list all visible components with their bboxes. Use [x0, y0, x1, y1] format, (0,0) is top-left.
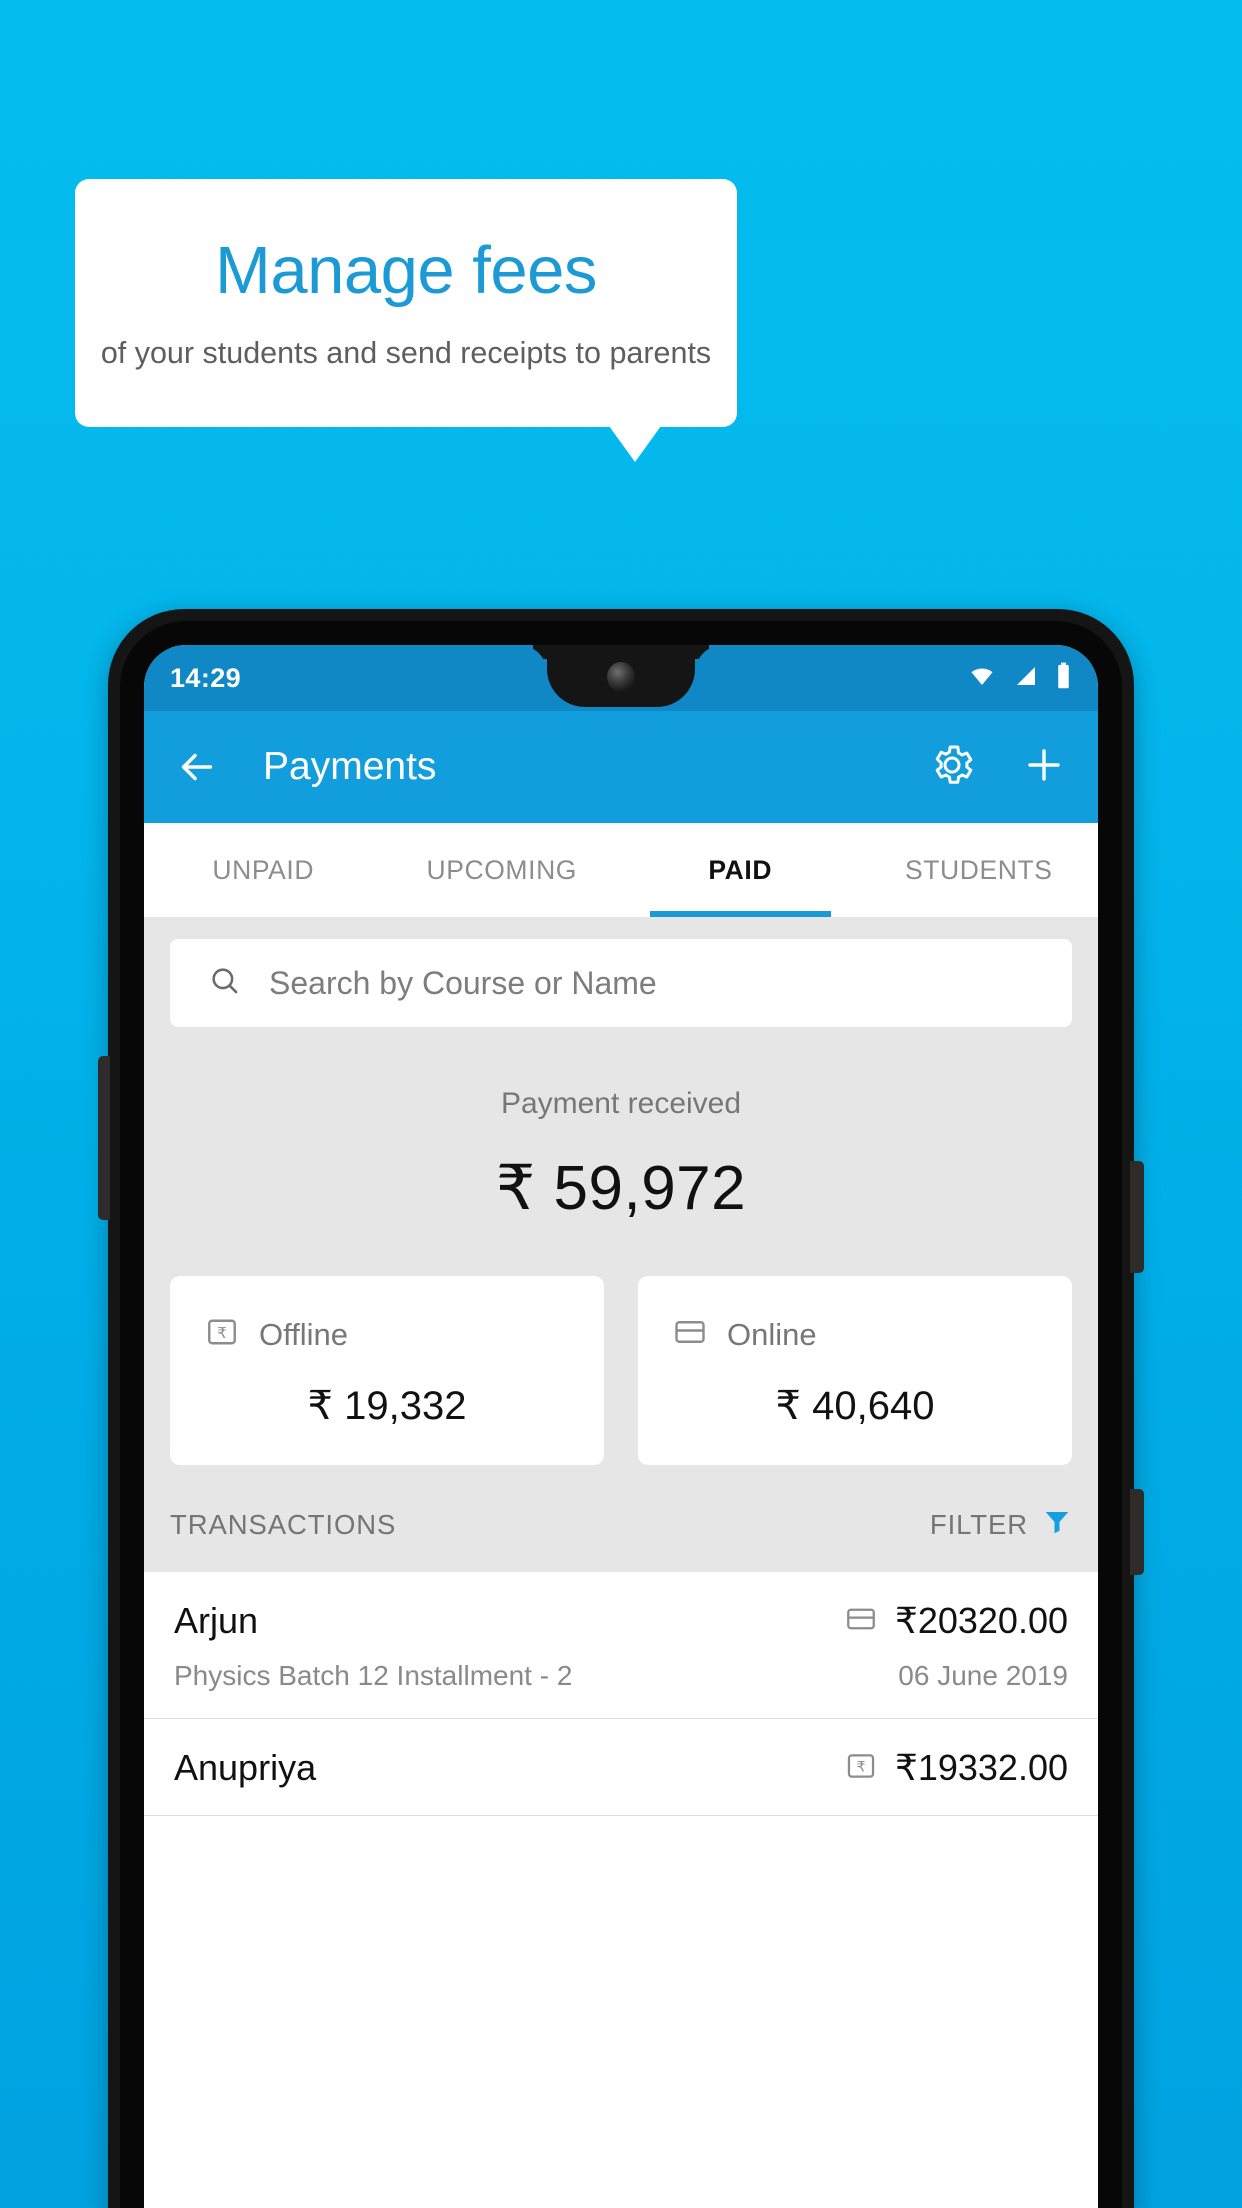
online-card-header: Online: [672, 1314, 1038, 1355]
battery-icon: [1055, 662, 1072, 695]
promo-subtitle: of your students and send receipts to pa…: [100, 336, 712, 371]
table-row[interactable]: Anupriya ₹ ₹19332.00: [144, 1719, 1098, 1816]
app-bar-actions: [928, 741, 1068, 794]
credit-card-icon: [672, 1314, 708, 1355]
offline-card-label: Offline: [259, 1316, 349, 1352]
promo-tooltip-card: Manage fees of your students and send re…: [75, 179, 737, 427]
search-icon: [208, 964, 242, 1003]
payment-received-amount: ₹ 59,972: [495, 1154, 747, 1223]
transaction-amount: ₹20320.00: [894, 1600, 1068, 1641]
transactions-list: Arjun ₹20320.00 Physics Batch 12 Install…: [144, 1572, 1098, 1816]
status-bar-time: 14:29: [170, 662, 242, 693]
transaction-amount-group: ₹ ₹19332.00: [844, 1747, 1068, 1789]
online-card-amount: ₹ 40,640: [775, 1384, 935, 1428]
page-title: Payments: [263, 745, 437, 788]
phone-power-button[interactable]: [1130, 1161, 1144, 1273]
phone-mockup: 14:29 Payments UNPAID UPCOMING PAID STUD…: [98, 609, 1144, 2208]
svg-text:₹: ₹: [856, 1759, 865, 1775]
phone-sim-tray[interactable]: [98, 1056, 110, 1220]
transaction-primary-line: Arjun ₹20320.00: [174, 1600, 1068, 1642]
transaction-date: 06 June 2019: [898, 1660, 1068, 1691]
payment-received-label: Payment received: [500, 1087, 742, 1120]
plus-icon[interactable]: [1020, 741, 1068, 794]
online-card-label: Online: [727, 1316, 817, 1352]
transactions-header: TRANSACTIONS FILTER: [144, 1465, 1098, 1572]
tab-students[interactable]: STUDENTS: [860, 823, 1099, 917]
tab-bar: UNPAID UPCOMING PAID STUDENTS: [144, 823, 1098, 917]
online-payment-card[interactable]: Online ₹ 40,640: [638, 1276, 1072, 1465]
search-section: Search by Course or Name: [144, 917, 1098, 1027]
back-arrow-icon[interactable]: [174, 744, 220, 790]
offline-card-header: ₹ Offline: [204, 1314, 570, 1355]
tab-paid[interactable]: PAID: [621, 823, 860, 917]
table-row[interactable]: Arjun ₹20320.00 Physics Batch 12 Install…: [144, 1572, 1098, 1719]
phone-volume-button[interactable]: [1130, 1489, 1144, 1575]
tab-upcoming[interactable]: UPCOMING: [383, 823, 622, 917]
payment-summary: Payment received ₹ 59,972: [144, 1027, 1098, 1224]
content-area: Search by Course or Name Payment receive…: [144, 917, 1098, 1816]
payment-mode-cards: ₹ Offline ₹ 19,332 Online ₹ 40,640: [144, 1224, 1098, 1465]
signal-icon: [1012, 664, 1040, 693]
filter-label: FILTER: [929, 1508, 1028, 1540]
filter-button[interactable]: FILTER: [930, 1507, 1072, 1542]
offline-card-amount: ₹ 19,332: [307, 1384, 467, 1428]
offline-payment-card[interactable]: ₹ Offline ₹ 19,332: [170, 1276, 604, 1465]
promo-title: Manage fees: [215, 233, 597, 309]
rupee-note-icon: ₹: [204, 1314, 240, 1355]
transaction-name: Arjun: [174, 1600, 259, 1641]
gear-icon[interactable]: [928, 741, 976, 794]
transaction-amount-group: ₹20320.00: [844, 1600, 1068, 1642]
app-bar: Payments: [144, 711, 1098, 823]
promo-tooltip-arrow: [609, 426, 661, 462]
transactions-title: TRANSACTIONS: [170, 1508, 397, 1540]
phone-screen: 14:29 Payments UNPAID UPCOMING PAID STUD…: [144, 645, 1098, 2208]
rupee-note-icon: ₹: [844, 1749, 878, 1788]
transaction-secondary-line: Physics Batch 12 Installment - 2 06 June…: [174, 1660, 1068, 1692]
front-camera-icon: [607, 662, 635, 692]
svg-text:₹: ₹: [217, 1324, 227, 1342]
search-placeholder: Search by Course or Name: [269, 964, 657, 1001]
transaction-description: Physics Batch 12 Installment - 2: [174, 1660, 573, 1691]
status-bar-icons: [967, 662, 1072, 695]
filter-funnel-icon: [1042, 1507, 1072, 1542]
transaction-primary-line: Anupriya ₹ ₹19332.00: [174, 1747, 1068, 1789]
tab-unpaid[interactable]: UNPAID: [144, 823, 383, 917]
transaction-name: Anupriya: [174, 1747, 317, 1788]
status-bar: 14:29: [144, 645, 1098, 711]
search-input[interactable]: Search by Course or Name: [170, 939, 1072, 1027]
wifi-icon: [967, 664, 997, 693]
transaction-amount: ₹19332.00: [894, 1747, 1068, 1788]
credit-card-icon: [844, 1602, 878, 1641]
